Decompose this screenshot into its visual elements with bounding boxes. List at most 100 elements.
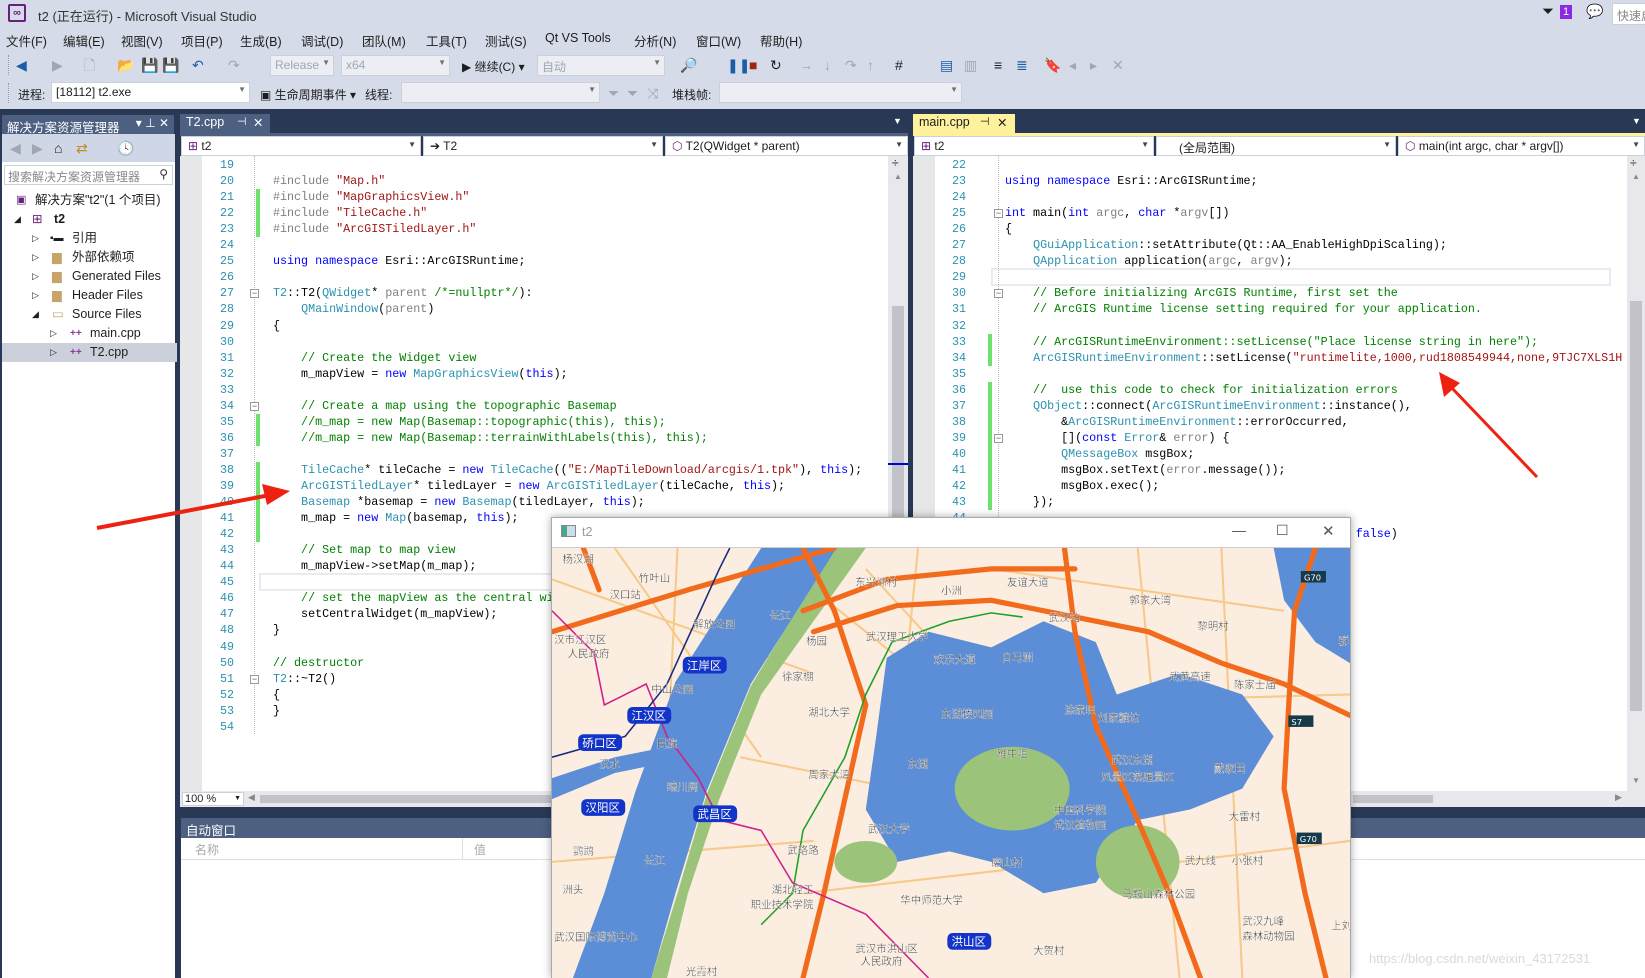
outdent-icon[interactable]: ≡ xyxy=(994,55,1002,75)
navigate-back-icon[interactable]: ◀ xyxy=(16,55,27,75)
stop-icon[interactable]: ■ xyxy=(749,55,757,75)
code-line[interactable]: // ArcGIS Runtime license setting requir… xyxy=(1005,301,1482,317)
code-line[interactable]: // use this code to check for initializa… xyxy=(1005,382,1398,398)
code-line[interactable]: // destructor xyxy=(273,655,364,671)
column-name[interactable]: 名称 xyxy=(195,841,219,858)
code-line[interactable]: #include "MapGraphicsView.h" xyxy=(273,189,469,205)
auto-dropdown[interactable]: 自动 ▼ xyxy=(537,55,665,76)
new-project-icon[interactable]: 🗋 xyxy=(84,55,95,75)
scroll-up-icon[interactable]: ▲ xyxy=(1632,172,1640,181)
code-line[interactable]: // ArcGISRuntimeEnvironment::setLicense(… xyxy=(1005,334,1538,350)
code-line[interactable]: QMessageBox msgBox; xyxy=(1005,446,1194,462)
platform-dropdown[interactable]: x64 ▼ xyxy=(341,55,450,76)
uncomment-icon[interactable]: ▥ xyxy=(964,55,977,75)
map-window-titlebar[interactable]: t2 — ☐ ✕ xyxy=(552,518,1350,548)
code-line[interactable]: T2::~T2() xyxy=(273,671,336,687)
tree-references[interactable]: ▷ ▪▬ 引用 xyxy=(2,229,177,248)
step-over-icon[interactable]: ↷ xyxy=(845,55,857,75)
undo-icon[interactable]: ↶ xyxy=(192,55,204,75)
clear-bookmarks-icon[interactable]: ✕ xyxy=(1112,55,1124,75)
code-line[interactable]: //m_map = new Map(Basemap::topographic(t… xyxy=(273,414,666,430)
code-line[interactable]: //m_map = new Map(Basemap::terrainWithLa… xyxy=(273,430,708,446)
collapsed-triangle-icon[interactable]: ▷ xyxy=(50,343,57,362)
code-line[interactable]: int main(int argc, char *argv[]) xyxy=(1005,205,1230,221)
project-nav-dropdown[interactable]: ⊞ t2 ▼ xyxy=(181,136,421,156)
code-line[interactable]: QGuiApplication::setAttribute(Qt::AA_Ena… xyxy=(1005,237,1447,253)
step-out-icon[interactable]: ↑ xyxy=(867,55,874,75)
save-all-icon[interactable]: 💾 xyxy=(162,55,179,75)
split-icon[interactable]: ÷ xyxy=(892,156,899,170)
quick-launch-input[interactable]: 快速启动 xyxy=(1612,3,1645,25)
code-line[interactable]: m_map = new Map(basemap, this); xyxy=(273,510,518,526)
code-line[interactable]: msgBox.setText(error.message()); xyxy=(1005,462,1285,478)
notification-filter-icon[interactable]: ⏷ xyxy=(1542,3,1554,20)
menu-project[interactable]: 项目(P) xyxy=(181,31,223,50)
menu-team[interactable]: 团队(M) xyxy=(362,31,406,50)
code-line[interactable]: // set the mapView as the central wi xyxy=(273,590,554,606)
hex-display-icon[interactable]: # xyxy=(895,55,903,75)
menu-analyze[interactable]: 分析(N) xyxy=(634,31,676,50)
zoom-dropdown[interactable]: 100 % ▼ xyxy=(182,792,244,806)
collapsed-triangle-icon[interactable]: ▷ xyxy=(32,267,39,286)
code-line[interactable]: QApplication application(argc, argv); xyxy=(1005,253,1293,269)
pin-icon[interactable]: ⊥ xyxy=(145,116,155,130)
tab-main-cpp[interactable]: main.cpp ⊣ ✕ xyxy=(913,114,1015,133)
redo-icon[interactable]: ↷ xyxy=(228,55,240,75)
menu-help[interactable]: 帮助(H) xyxy=(760,31,802,50)
flag-filter-icon[interactable]: ⏷ xyxy=(627,83,638,103)
menu-build[interactable]: 生成(B) xyxy=(240,31,282,50)
collapse-icon[interactable]: − xyxy=(250,289,259,299)
column-divider[interactable] xyxy=(462,838,463,860)
toolbar-grip[interactable] xyxy=(8,55,11,75)
feedback-icon[interactable]: 💬 xyxy=(1586,3,1603,20)
back-icon[interactable]: ◀ xyxy=(10,138,21,158)
code-line[interactable]: #include "Map.h" xyxy=(273,173,385,189)
vertical-scrollbar[interactable]: ÷ ▲ ▼ xyxy=(1627,156,1645,791)
home-icon[interactable]: ⌂ xyxy=(54,138,62,158)
tab-overflow-icon[interactable]: ▼ xyxy=(1632,116,1641,126)
scroll-right-icon[interactable]: ▶ xyxy=(1615,792,1622,803)
code-line[interactable]: // Create the Widget view xyxy=(273,350,476,366)
column-value[interactable]: 值 xyxy=(474,841,486,858)
collapse-icon[interactable]: − xyxy=(250,674,259,684)
stackframe-dropdown[interactable]: ▼ xyxy=(719,82,962,103)
find-in-files-icon[interactable]: 🔎 xyxy=(680,55,697,75)
close-icon[interactable]: ✕ xyxy=(1322,522,1335,540)
step-into-icon[interactable]: ↓ xyxy=(824,55,831,75)
pending-changes-icon[interactable]: 🕓 xyxy=(117,138,134,158)
code-line[interactable]: { xyxy=(273,687,280,703)
class-nav-dropdown[interactable]: ➔ T2 ▼ xyxy=(423,136,663,156)
search-icon[interactable]: ⚲ xyxy=(159,167,168,181)
code-line[interactable]: TileCache* tileCache = new TileCache(("E… xyxy=(273,462,862,478)
scroll-up-icon[interactable]: ▲ xyxy=(894,172,902,181)
code-line[interactable]: }); xyxy=(1005,494,1054,510)
collapsed-triangle-icon[interactable]: ▷ xyxy=(32,229,39,248)
collapse-icon[interactable]: − xyxy=(250,401,259,411)
configuration-dropdown[interactable]: Release ▼ xyxy=(270,55,334,76)
code-line[interactable]: using namespace Esri::ArcGISRuntime; xyxy=(273,253,526,269)
code-line[interactable]: // Set map to map view xyxy=(273,542,455,558)
close-tab-icon[interactable]: ✕ xyxy=(253,115,263,130)
restart-icon[interactable]: ↻ xyxy=(770,55,782,75)
menu-file[interactable]: 文件(F) xyxy=(6,31,47,50)
code-line[interactable]: m_mapView->setMap(m_map); xyxy=(273,558,476,574)
pin-icon[interactable]: ⊣ xyxy=(237,115,247,128)
code-line[interactable]: using namespace Esri::ArcGISRuntime; xyxy=(1005,173,1258,189)
expanded-triangle-icon[interactable]: ◢ xyxy=(14,210,21,229)
continue-button[interactable]: ▶ 继续(C) ▾ xyxy=(462,58,525,75)
code-line[interactable]: Basemap *basemap = new Basemap(tiledLaye… xyxy=(273,494,645,510)
collapse-icon[interactable]: − xyxy=(994,433,1003,443)
tree-t2-cpp[interactable]: ▷ ++ T2.cpp xyxy=(2,343,177,362)
notification-badge[interactable]: 1 xyxy=(1560,5,1573,19)
code-line[interactable]: #include "TileCache.h" xyxy=(273,205,427,221)
sync-icon[interactable]: ⇄ xyxy=(76,138,88,158)
scroll-thumb[interactable] xyxy=(1630,301,1642,711)
code-line[interactable]: #include "ArcGISTiledLayer.h" xyxy=(273,221,476,237)
code-line[interactable]: QObject::connect(ArcGISRuntimeEnvironmen… xyxy=(1005,398,1412,414)
map-app-window[interactable]: t2 — ☐ ✕ 杨汉湖 竹叶山 汉口站 解放公园 汉市江汉区 人民政府 中山公园 民族汉 xyxy=(551,517,1351,978)
code-line[interactable]: ArcGISRuntimeEnvironment::setLicense("ru… xyxy=(1005,350,1622,366)
code-line[interactable]: T2::T2(QWidget* parent /*=nullptr*/): xyxy=(273,285,533,301)
forward-icon[interactable]: ▶ xyxy=(32,138,43,158)
menu-qt-vs-tools[interactable]: Qt VS Tools xyxy=(545,31,611,45)
select-icon[interactable]: ▤ xyxy=(940,55,953,75)
